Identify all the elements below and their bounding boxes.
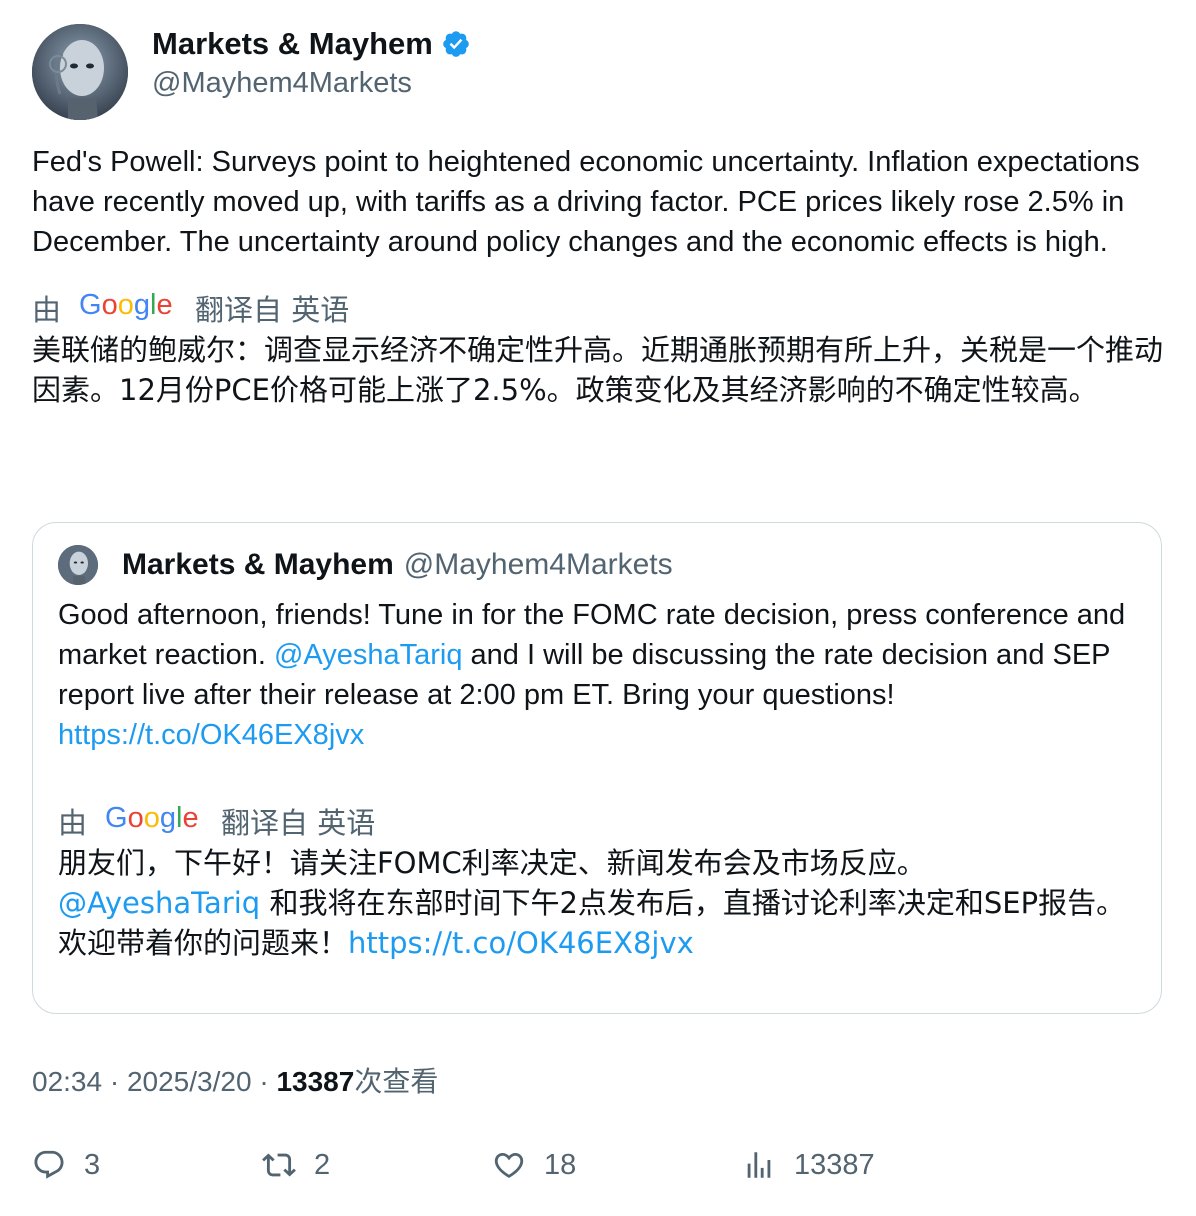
- tweet-header: Markets & Mayhem @Mayhem4Markets: [32, 24, 1164, 120]
- analytics-icon: [747, 1152, 771, 1178]
- meta-separator: ·: [109, 1066, 120, 1097]
- avatar[interactable]: [32, 24, 128, 120]
- translation-attribution: 由 Google 翻译自 英语: [32, 286, 1164, 330]
- quoted-tweet[interactable]: Markets & Mayhem @Mayhem4Markets Good af…: [32, 522, 1162, 1014]
- like-button[interactable]: 18: [492, 1148, 576, 1182]
- author-names: Markets & Mayhem @Mayhem4Markets: [152, 26, 471, 102]
- translated-mention-link[interactable]: @AyeshaTariq: [58, 886, 260, 920]
- quoted-tweet-content: Markets & Mayhem @Mayhem4Markets Good af…: [58, 545, 1138, 963]
- quoted-translation-attribution: 由 Google 翻译自 英语: [58, 799, 1138, 843]
- quoted-tweet-header: Markets & Mayhem @Mayhem4Markets: [58, 545, 1138, 585]
- translated-url-link[interactable]: https://t.co/OK46EX8jvx: [348, 926, 694, 960]
- tweet-text: Fed's Powell: Surveys point to heightene…: [32, 146, 1140, 258]
- heart-icon: [494, 1152, 524, 1178]
- quoted-translated-text: 朋友们，下午好！请关注FOMC利率决定、新闻发布会及市场反应。 @AyeshaTa…: [58, 843, 1138, 963]
- tweet-meta: 02:34 · 2025/3/20 · 13387次查看: [32, 1062, 438, 1102]
- reply-button[interactable]: 3: [32, 1148, 100, 1182]
- url-link[interactable]: https://t.co/OK46EX8jvx: [58, 719, 364, 751]
- quoted-translation-prefix: 由: [58, 806, 88, 840]
- like-count: 18: [544, 1148, 577, 1181]
- views-action-count: 13387: [794, 1148, 875, 1181]
- translation-suffix: 翻译自 英语: [195, 293, 350, 327]
- mention-link[interactable]: @AyeshaTariq: [274, 639, 463, 671]
- name-row: Markets & Mayhem: [152, 26, 471, 62]
- verified-badge-icon: [443, 31, 469, 57]
- google-logo-icon: Google: [79, 289, 177, 328]
- tweet: Markets & Mayhem @Mayhem4Markets Fed's P…: [32, 24, 1164, 410]
- retweet-button[interactable]: 2: [262, 1148, 330, 1182]
- svg-text:Google: Google: [105, 802, 199, 834]
- reply-icon: [34, 1150, 64, 1179]
- views-label: 次查看: [354, 1065, 439, 1098]
- svg-text:Google: Google: [79, 289, 173, 321]
- quoted-text: Good afternoon, friends! Tune in for the…: [58, 595, 1138, 755]
- google-logo-icon: Google: [105, 802, 203, 841]
- tweet-time[interactable]: 02:34: [32, 1066, 102, 1097]
- translated-text: 美联储的鲍威尔：调查显示经济不确定性升高。近期通胀预期有所上升，关税是一个推动因…: [32, 333, 1164, 407]
- retweet-count: 2: [314, 1148, 331, 1181]
- handle[interactable]: @Mayhem4Markets: [152, 64, 471, 102]
- views-count: 13387: [276, 1066, 355, 1097]
- quoted-translated-line1: 朋友们，下午好！请关注FOMC利率决定、新闻发布会及市场反应。: [58, 846, 926, 880]
- display-name[interactable]: Markets & Mayhem: [152, 26, 433, 62]
- tweet-date[interactable]: 2025/3/20: [127, 1066, 252, 1097]
- reply-count: 3: [84, 1148, 101, 1181]
- action-bar: 3 2 18 13387: [0, 1148, 1196, 1192]
- meta-separator: ·: [259, 1066, 269, 1097]
- quoted-handle: @Mayhem4Markets: [403, 548, 673, 581]
- retweet-icon: [262, 1153, 296, 1177]
- quoted-translation-suffix: 翻译自 英语: [221, 806, 376, 840]
- views-button[interactable]: 13387: [742, 1148, 875, 1182]
- translation-prefix: 由: [32, 293, 62, 327]
- quoted-avatar: [58, 545, 98, 585]
- quoted-display-name: Markets & Mayhem: [122, 548, 394, 581]
